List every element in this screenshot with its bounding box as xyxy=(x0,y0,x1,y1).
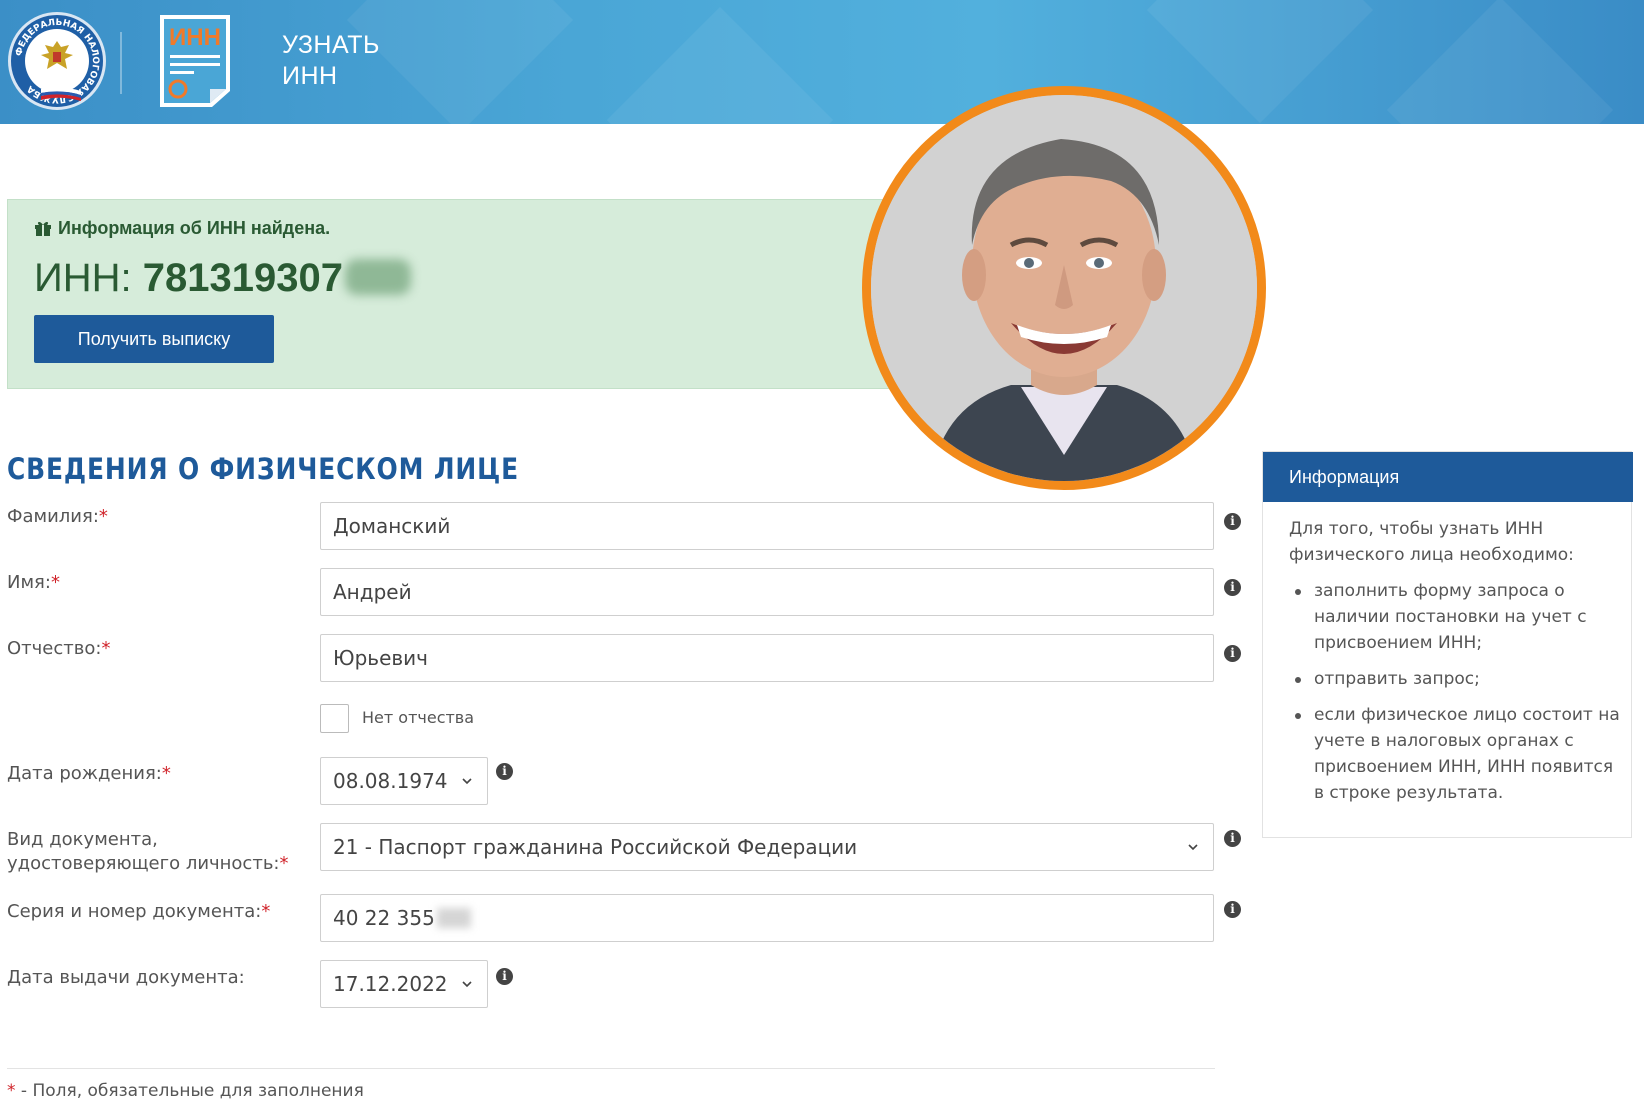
doc-type-label: Вид документа, удостоверяющего личность:… xyxy=(7,828,289,876)
russian-flag-icon xyxy=(41,87,81,101)
doc-number-label: Серия и номер документа:* xyxy=(7,900,270,924)
page-heading: УЗНАТЬ ИНН xyxy=(282,30,380,92)
doc-type-label-line2-wrap: удостоверяющего личность:* xyxy=(7,852,289,876)
page-heading-line1: УЗНАТЬ xyxy=(282,31,380,59)
footer-divider xyxy=(7,1068,1215,1069)
header-pattern xyxy=(1146,0,1374,124)
birth-date-label-text: Дата рождения: xyxy=(7,763,162,784)
birth-date-select[interactable]: 08.08.1974 xyxy=(320,757,488,805)
chevron-down-icon xyxy=(462,778,472,785)
surname-label: Фамилия:* xyxy=(7,505,108,529)
info-icon[interactable]: i xyxy=(496,763,513,780)
patronymic-label-text: Отчество: xyxy=(7,638,102,659)
name-label-text: Имя: xyxy=(7,572,51,593)
chevron-down-icon xyxy=(1188,844,1198,851)
doc-issue-date-select[interactable]: 17.12.2022 xyxy=(320,960,488,1008)
gift-icon xyxy=(35,221,51,236)
list-item: заполнить форму запроса о наличии постан… xyxy=(1289,578,1623,656)
doc-type-label-line2: удостоверяющего личность: xyxy=(7,853,280,874)
doc-issue-date-label: Дата выдачи документа: xyxy=(7,967,245,988)
required-mark: * xyxy=(279,853,289,874)
inn-label: ИНН: xyxy=(34,256,132,300)
page-heading-line2: ИНН xyxy=(282,62,338,90)
required-mark: * xyxy=(50,572,60,593)
person-portrait-image xyxy=(871,95,1257,481)
doc-type-select[interactable]: 21 - Паспорт гражданина Российской Федер… xyxy=(320,823,1214,871)
inn-logo-text: ИНН xyxy=(169,24,221,51)
no-patronymic-label[interactable]: Нет отчества xyxy=(362,708,474,727)
info-icon[interactable]: i xyxy=(1224,901,1241,918)
patronymic-input[interactable]: Юрьевич xyxy=(320,634,1214,682)
required-fields-note: * - Поля, обязательные для заполнения xyxy=(7,1081,364,1101)
info-panel-intro: Для того, чтобы узнать ИНН физического л… xyxy=(1289,519,1574,565)
birth-date-value: 08.08.1974 xyxy=(333,769,448,793)
info-icon[interactable]: i xyxy=(1224,830,1241,847)
header-pattern xyxy=(346,0,574,124)
doc-type-label-line1: Вид документа, xyxy=(7,829,158,850)
result-message-text: Информация об ИНН найдена. xyxy=(58,218,331,238)
inn-redacted-digits xyxy=(344,259,411,295)
doc-number-value: 40 22 355 xyxy=(333,906,435,930)
surname-label-text: Фамилия: xyxy=(7,506,99,527)
info-panel: Информация Для того, чтобы узнать ИНН фи… xyxy=(1262,451,1633,838)
header-pattern xyxy=(606,6,834,124)
required-mark: * xyxy=(101,638,111,659)
doc-number-input[interactable]: 40 22 355 xyxy=(320,894,1214,942)
required-mark: * xyxy=(261,901,271,922)
no-patronymic-checkbox[interactable] xyxy=(320,704,349,733)
doc-type-value: 21 - Паспорт гражданина Российской Федер… xyxy=(333,835,858,859)
header-divider xyxy=(120,32,122,94)
surname-input[interactable]: Доманский xyxy=(320,502,1214,550)
inn-display: ИНН: 781319307 xyxy=(34,256,411,301)
section-title: СВЕДЕНИЯ О ФИЗИЧЕСКОМ ЛИЦЕ xyxy=(7,452,520,486)
inn-document-logo[interactable]: ИНН xyxy=(158,13,232,109)
list-item: отправить запрос; xyxy=(1289,666,1623,692)
result-message: Информация об ИНН найдена. xyxy=(34,218,330,239)
info-icon[interactable]: i xyxy=(496,968,513,985)
info-icon[interactable]: i xyxy=(1224,513,1241,530)
site-header: ФЕДЕРАЛЬНАЯ НАЛОГОВАЯ СЛУЖБА ИНН УЗНАТЬ … xyxy=(0,0,1644,124)
name-input[interactable]: Андрей xyxy=(320,568,1214,616)
doc-number-label-text: Серия и номер документа: xyxy=(7,901,262,922)
eagle-emblem-icon xyxy=(41,41,73,69)
required-fields-note-text: - Поля, обязательные для заполнения xyxy=(15,1081,364,1101)
inn-result-panel: Информация об ИНН найдена. ИНН: 78131930… xyxy=(7,199,1007,389)
get-extract-button[interactable]: Получить выписку xyxy=(34,315,274,363)
required-mark: * xyxy=(98,506,108,527)
fns-logo[interactable]: ФЕДЕРАЛЬНАЯ НАЛОГОВАЯ СЛУЖБА xyxy=(8,12,106,110)
info-panel-list: заполнить форму запроса о наличии постан… xyxy=(1289,578,1623,816)
birth-date-label: Дата рождения:* xyxy=(7,762,171,786)
patronymic-label: Отчество:* xyxy=(7,637,110,661)
required-mark: * xyxy=(161,763,171,784)
info-icon[interactable]: i xyxy=(1224,579,1241,596)
list-item: если физическое лицо состоит на учете в … xyxy=(1289,702,1623,806)
name-label: Имя:* xyxy=(7,571,60,595)
doc-issue-date-value: 17.12.2022 xyxy=(333,972,448,996)
inn-value: 781319307 xyxy=(142,256,343,300)
info-panel-title: Информация xyxy=(1263,452,1633,502)
chevron-down-icon xyxy=(462,981,472,988)
header-pattern xyxy=(1386,0,1614,124)
person-photo xyxy=(862,86,1266,490)
doc-number-redacted xyxy=(436,908,471,928)
required-mark: * xyxy=(7,1081,16,1101)
info-icon[interactable]: i xyxy=(1224,645,1241,662)
